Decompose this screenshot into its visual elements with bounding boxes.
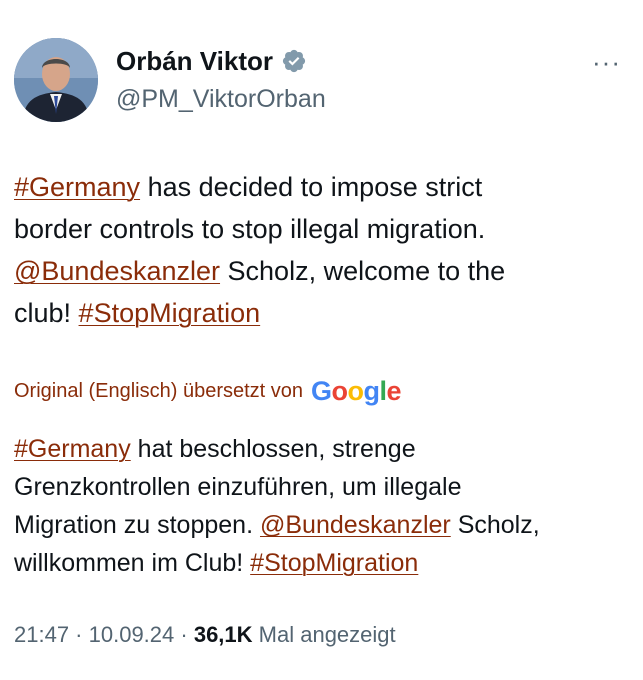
- translation-attribution-label: Original (Englisch) übersetzt von: [14, 380, 304, 402]
- meta-separator: ·: [174, 622, 194, 647]
- tweet-text-segment: hat beschlossen, strenge: [130, 435, 416, 463]
- tweet-text-segment: border controls to stop illegal migratio…: [14, 214, 486, 244]
- hashtag-stopmigration-link[interactable]: #StopMigration: [79, 298, 261, 328]
- avatar[interactable]: [14, 38, 98, 122]
- mention-bundeskanzler-link[interactable]: @Bundeskanzler: [14, 256, 220, 286]
- tweet-text-original: #Germany has decided to impose strict bor…: [14, 166, 624, 334]
- mention-bundeskanzler-link[interactable]: @Bundeskanzler: [260, 511, 451, 539]
- author-display-name[interactable]: Orbán Viktor: [116, 46, 273, 76]
- tweet-text-translation: #Germany hat beschlossen, strenge Grenzko…: [14, 430, 624, 582]
- tweet-time[interactable]: 21:47: [14, 622, 69, 647]
- avatar-photo: [14, 38, 98, 122]
- tweet-text-segment: willkommen im Club!: [14, 549, 251, 577]
- tweet-metadata: 21:47 · 10.09.24 · 36,1K Mal angezeigt: [14, 620, 396, 650]
- author-handle[interactable]: @PM_ViktorOrban: [116, 84, 326, 114]
- tweet-text-segment: Scholz,: [450, 511, 540, 539]
- tweet-text-segment: has decided to impose strict: [140, 172, 483, 202]
- tweet-text-segment: Scholz, welcome to the: [220, 256, 506, 286]
- tweet-date[interactable]: 10.09.24: [89, 622, 175, 647]
- tweet-text-segment: club!: [14, 298, 79, 328]
- google-logo-icon: Google: [311, 376, 402, 406]
- hashtag-germany-link[interactable]: #Germany: [14, 435, 131, 463]
- views-count: 36,1K: [193, 622, 253, 647]
- translation-attribution[interactable]: Original (Englisch) übersetzt von Google: [14, 376, 402, 407]
- views-label: Mal angezeigt: [252, 622, 396, 647]
- tweet-text-segment: Grenzkontrollen einzuführen, um illegale: [14, 473, 462, 501]
- meta-separator: ·: [69, 622, 89, 647]
- more-options-icon[interactable]: ···: [592, 49, 621, 75]
- tweet: Orbán Viktor @PM_ViktorOrban ··· #German…: [0, 0, 643, 680]
- author-name-row[interactable]: Orbán Viktor: [116, 46, 307, 76]
- verified-badge-icon: [281, 48, 307, 74]
- hashtag-germany-link[interactable]: #Germany: [14, 172, 140, 202]
- hashtag-stopmigration-link[interactable]: #StopMigration: [250, 549, 418, 577]
- tweet-text-segment: Migration zu stoppen.: [14, 511, 260, 539]
